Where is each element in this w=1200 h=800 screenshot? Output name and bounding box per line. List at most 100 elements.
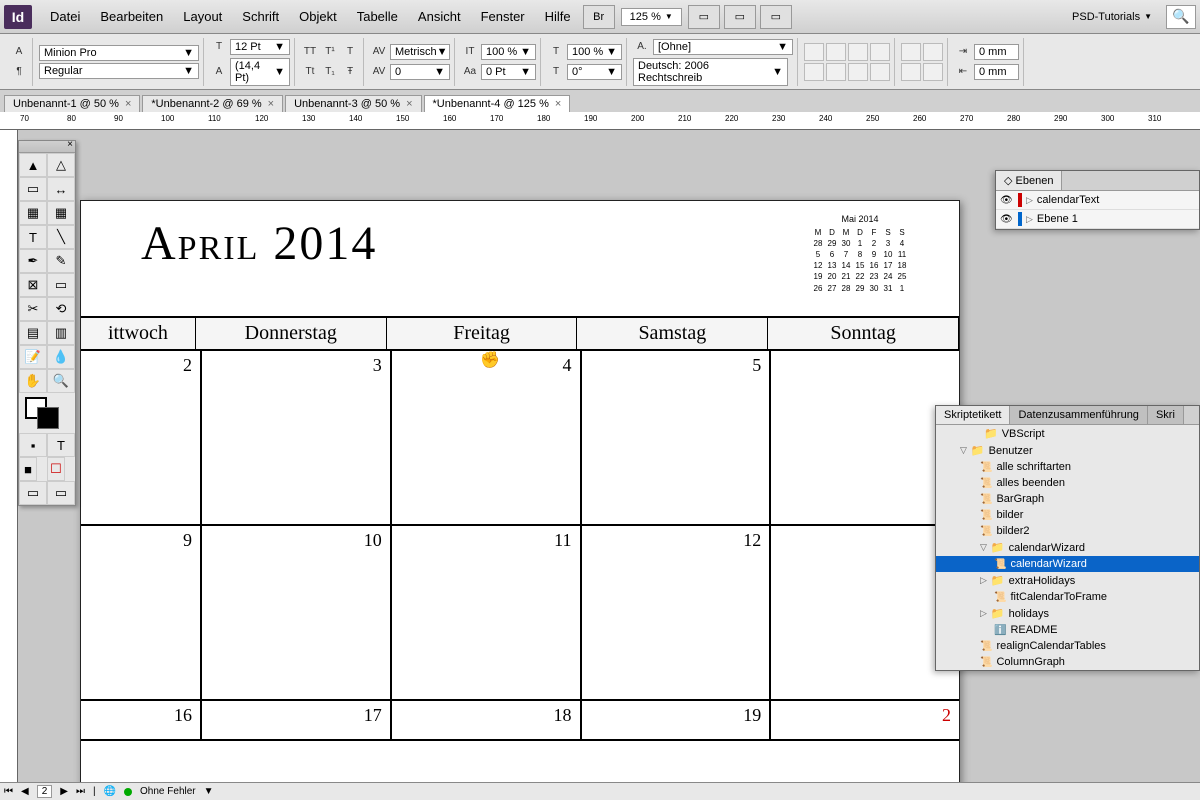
menu-schrift[interactable]: Schrift (232, 5, 289, 28)
script-tree-item[interactable]: 📁VBScript (936, 425, 1199, 442)
align-justify-button[interactable] (870, 43, 890, 61)
character-format-icon[interactable]: A (10, 43, 28, 61)
scissors-tool[interactable]: ✂ (19, 297, 47, 321)
document-canvas[interactable]: April 2014 Mai 2014 MDMDFSS2829301234567… (80, 200, 960, 800)
rectangle-tool[interactable]: ▭ (47, 273, 75, 297)
script-tree-item[interactable]: 📜realignCalendarTables (936, 638, 1199, 654)
script-tree-item[interactable]: ▽📁calendarWizard (936, 539, 1199, 556)
layer-row[interactable]: 👁▷calendarText (996, 191, 1199, 210)
bridge-button[interactable]: Br (583, 5, 615, 29)
script-tree-item[interactable]: 📜alle schriftarten (936, 459, 1199, 475)
tools-panel-header[interactable] (19, 141, 75, 153)
close-tab-icon[interactable]: × (125, 98, 131, 110)
menu-layout[interactable]: Layout (173, 5, 232, 28)
layers-tab[interactable]: ◇ Ebenen (996, 171, 1062, 190)
menu-objekt[interactable]: Objekt (289, 5, 347, 28)
script-tree-item[interactable]: ▷📁holidays (936, 605, 1199, 622)
type-tool[interactable]: T (19, 225, 47, 249)
free-transform-tool[interactable]: ⟲ (47, 297, 75, 321)
color-swatches[interactable] (19, 393, 75, 433)
line-tool[interactable]: ╲ (47, 225, 75, 249)
script-tree-item[interactable]: 📜BarGraph (936, 491, 1199, 507)
content-placer-tool[interactable]: ▦ (47, 201, 75, 225)
content-collector-tool[interactable]: ▦ (19, 201, 47, 225)
align-left-button[interactable] (804, 43, 824, 61)
script-tree-item[interactable]: 📜fitCalendarToFrame (936, 589, 1199, 605)
next-page-button[interactable]: ▶ (60, 786, 68, 797)
leading-select[interactable]: (14,4 Pt)▼ (230, 58, 290, 86)
selection-tool[interactable]: ▲ (19, 153, 47, 177)
zoom-tool[interactable]: 🔍 (47, 369, 75, 393)
align-right-button[interactable] (848, 43, 868, 61)
tracking-select[interactable]: 0▼ (390, 64, 450, 80)
script-tree-item[interactable]: ℹ️README (936, 622, 1199, 638)
gradient-swatch-tool[interactable]: ▤ (19, 321, 47, 345)
font-style-select[interactable]: Regular▼ (39, 63, 199, 79)
visibility-icon[interactable]: 👁 (1000, 214, 1014, 225)
visibility-icon[interactable]: 👁 (1000, 195, 1014, 206)
page-tool[interactable]: ▭ (19, 177, 47, 201)
font-family-select[interactable]: Minion Pro▼ (39, 45, 199, 61)
gradient-feather-tool[interactable]: ▥ (47, 321, 75, 345)
menu-hilfe[interactable]: Hilfe (535, 5, 581, 28)
document-tab[interactable]: Unbenannt-1 @ 50 %× (4, 95, 140, 112)
document-tab[interactable]: *Unbenannt-2 @ 69 %× (142, 95, 283, 112)
paragraph-format-icon[interactable]: ¶ (10, 63, 28, 81)
menu-tabelle[interactable]: Tabelle (347, 5, 408, 28)
script-tree-item[interactable]: ▽📁Benutzer (936, 442, 1199, 459)
prev-page-button[interactable]: ◀ (21, 786, 29, 797)
close-tab-icon[interactable]: × (555, 98, 561, 110)
hscale-select[interactable]: 100 %▼ (567, 44, 622, 60)
skew-select[interactable]: 0°▼ (567, 64, 622, 80)
rectangle-frame-tool[interactable]: ⊠ (19, 273, 47, 297)
document-tab[interactable]: Unbenannt-3 @ 50 %× (285, 95, 421, 112)
workspace-switcher[interactable]: PSD-Tutorials▼ (1062, 7, 1162, 27)
pencil-tool[interactable]: ✎ (47, 249, 75, 273)
script-tree-item[interactable]: 📜ColumnGraph (936, 654, 1199, 670)
script-tree-item[interactable]: ▷📁extraHolidays (936, 572, 1199, 589)
script-tree-item[interactable]: 📜bilder2 (936, 523, 1199, 539)
fill-swatch[interactable] (37, 407, 59, 429)
menu-datei[interactable]: Datei (40, 5, 90, 28)
view-options-button-3[interactable]: ▭ (760, 5, 792, 29)
vscale-select[interactable]: 100 %▼ (481, 44, 536, 60)
note-tool[interactable]: 📝 (19, 345, 47, 369)
font-size-select[interactable]: 12 Pt▼ (230, 39, 290, 55)
last-page-button[interactable]: ⏭ (76, 786, 85, 797)
menu-bearbeiten[interactable]: Bearbeiten (90, 5, 173, 28)
baseline-select[interactable]: 0 Pt▼ (481, 64, 536, 80)
gap-tool[interactable]: ↔ (47, 177, 75, 201)
first-page-button[interactable]: ⏮ (4, 786, 13, 797)
preview-view-button[interactable]: ▭ (47, 481, 75, 505)
search-button[interactable]: 🔍 (1166, 5, 1196, 29)
layer-row[interactable]: 👁▷Ebene 1 (996, 210, 1199, 229)
indent-right-input[interactable]: 0 mm (974, 64, 1019, 80)
direct-selection-tool[interactable]: △ (47, 153, 75, 177)
script-tree-item[interactable]: 📜alles beenden (936, 475, 1199, 491)
language-select[interactable]: Deutsch: 2006 Rechtschreib▼ (633, 58, 788, 86)
pen-tool[interactable]: ✒ (19, 249, 47, 273)
panel-tab[interactable]: Datenzusammenführung (1010, 406, 1147, 424)
close-tab-icon[interactable]: × (406, 98, 412, 110)
indent-left-input[interactable]: 0 mm (974, 44, 1019, 60)
char-style-select[interactable]: [Ohne]▼ (653, 39, 793, 55)
preflight-icon[interactable]: 🌐 (104, 786, 116, 797)
zoom-level[interactable]: 125 %▼ (621, 8, 682, 26)
close-tab-icon[interactable]: × (268, 98, 274, 110)
document-tab[interactable]: *Unbenannt-4 @ 125 %× (424, 95, 571, 112)
view-options-button-1[interactable]: ▭ (688, 5, 720, 29)
panel-tab[interactable]: Skriptetikett (936, 406, 1010, 424)
panel-tab[interactable]: Skri (1148, 406, 1184, 424)
menu-fenster[interactable]: Fenster (471, 5, 535, 28)
apply-fill-button[interactable]: ■ (19, 457, 37, 481)
script-tree-item[interactable]: 📜bilder (936, 507, 1199, 523)
kerning-select[interactable]: Metrisch▼ (390, 44, 450, 60)
page-number-field[interactable]: 2 (37, 785, 53, 798)
menu-ansicht[interactable]: Ansicht (408, 5, 471, 28)
hand-tool[interactable]: ✋ (19, 369, 47, 393)
eyedropper-tool[interactable]: 💧 (47, 345, 75, 369)
format-text-button[interactable]: T (47, 433, 75, 457)
align-center-button[interactable] (826, 43, 846, 61)
view-options-button-2[interactable]: ▭ (724, 5, 756, 29)
apply-none-button[interactable]: ☐ (47, 457, 65, 481)
